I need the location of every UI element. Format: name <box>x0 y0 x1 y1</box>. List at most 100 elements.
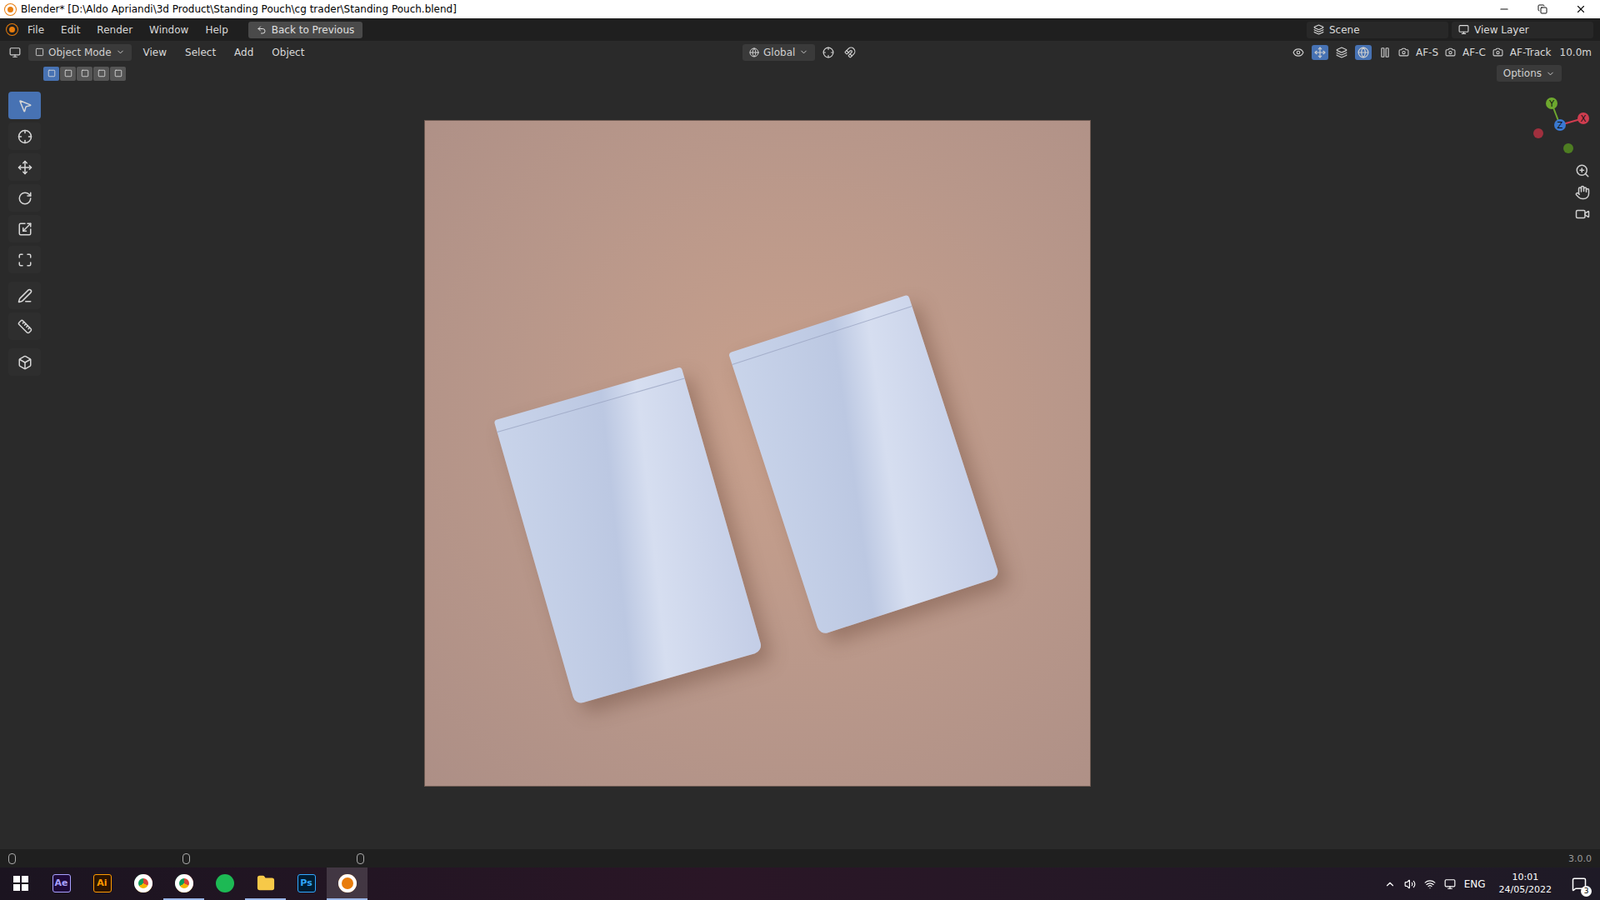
pivot-button[interactable] <box>820 45 837 60</box>
header-menu-item[interactable]: Select <box>178 44 223 61</box>
taskbar-app[interactable] <box>163 867 205 900</box>
mode-dropdown[interactable]: Object Mode <box>28 44 132 61</box>
overlay-button[interactable] <box>1333 45 1350 60</box>
object-mode-icon <box>35 47 45 57</box>
tool-icon <box>17 190 33 206</box>
tool-button[interactable] <box>8 245 41 274</box>
tool-icon <box>17 221 33 237</box>
notification-count: 3 <box>1580 885 1592 897</box>
taskbar-app[interactable]: Ps <box>285 867 327 900</box>
chrome-icon <box>175 874 194 893</box>
taskbar-app[interactable] <box>0 867 41 900</box>
scene-selector[interactable]: Scene <box>1306 21 1449 39</box>
notification-button[interactable]: 3 <box>1565 876 1594 892</box>
3d-viewport[interactable]: YZX <box>0 83 1600 850</box>
pivot-icon <box>822 46 835 59</box>
tool-button[interactable] <box>8 281 41 310</box>
header-menu-item[interactable]: Add <box>227 44 260 61</box>
pouch-right[interactable] <box>728 295 1000 636</box>
taskbar-app[interactable]: Ae <box>40 867 82 900</box>
select-mode-icon <box>80 69 90 78</box>
select-mode-icon <box>47 69 56 78</box>
select-mode-button[interactable] <box>93 66 110 81</box>
after-effects-icon: Ae <box>52 874 71 893</box>
gizmo-toggle-icon <box>1314 46 1326 59</box>
taskbar-app[interactable] <box>245 867 286 900</box>
menu-item[interactable]: Edit <box>54 21 87 39</box>
header-menu-item[interactable]: View <box>136 44 174 61</box>
zoom-icon[interactable] <box>1575 163 1590 179</box>
clock[interactable]: 10:0124/05/2022 <box>1494 871 1557 896</box>
tool-icon <box>17 160 33 175</box>
pan-icon[interactable] <box>1575 185 1590 200</box>
display-icon[interactable] <box>1444 878 1456 890</box>
illustrator-icon: Ai <box>93 874 112 893</box>
menu-item[interactable]: Window <box>142 21 195 39</box>
camera-view-icon[interactable] <box>1575 206 1590 222</box>
select-mode-button[interactable] <box>60 66 76 81</box>
pause-button[interactable] <box>1376 45 1394 60</box>
restore-button[interactable] <box>1523 0 1562 19</box>
blender-menu-icon[interactable] <box>6 24 18 35</box>
shading-button[interactable] <box>1355 45 1372 60</box>
header-right-label[interactable]: AF-Track <box>1508 46 1554 59</box>
viewport-header: Object ModeViewSelectAdd Object Global AF-S… <box>0 40 1600 64</box>
tool-button[interactable] <box>8 215 41 243</box>
camera-icon <box>1398 46 1410 58</box>
minimize-button[interactable] <box>1485 0 1524 19</box>
visibility-button[interactable] <box>1290 45 1307 60</box>
back-to-previous-button[interactable]: Back to Previous <box>248 21 364 39</box>
orientation-icon <box>749 47 760 58</box>
select-mode-button[interactable] <box>110 66 126 81</box>
menu-item[interactable]: Render <box>90 21 140 39</box>
tray-expand-icon[interactable] <box>1384 878 1396 890</box>
shading-icon <box>1357 46 1370 59</box>
tool-button[interactable] <box>8 122 41 150</box>
pouch-left[interactable] <box>494 366 764 705</box>
header-menu-item[interactable]: Object <box>265 44 311 61</box>
mouse-left-icon <box>8 853 16 865</box>
taskbar-app[interactable] <box>326 867 368 900</box>
select-mode-icon <box>97 69 106 78</box>
tool-button[interactable] <box>8 184 41 212</box>
overlay-icon <box>1335 46 1348 59</box>
language-indicator[interactable]: ENG <box>1464 878 1486 890</box>
taskbar-app[interactable] <box>122 867 164 900</box>
tool-button[interactable] <box>8 348 41 376</box>
tool-button[interactable] <box>8 153 41 181</box>
menu-item[interactable]: File <box>20 21 51 39</box>
tool-icon <box>17 319 33 335</box>
header-right-label[interactable]: AF-C <box>1460 46 1488 59</box>
header-right-label[interactable]: AF-S <box>1414 46 1440 59</box>
select-mode-button[interactable] <box>76 66 93 81</box>
network-icon[interactable] <box>1424 878 1436 890</box>
tool-settings: Options <box>0 63 1600 84</box>
header-right-label[interactable]: 10.0m <box>1558 46 1594 59</box>
tool-icon <box>17 288 33 304</box>
view-layer-selector[interactable]: View Layer <box>1451 21 1594 39</box>
close-button[interactable] <box>1561 0 1600 19</box>
select-mode-button[interactable] <box>43 66 60 81</box>
scene-icon <box>1313 24 1325 35</box>
tool-button[interactable] <box>8 312 41 340</box>
version-label: 3.0.0 <box>1568 853 1592 865</box>
select-mode-icon <box>114 69 123 78</box>
svg-text:Y: Y <box>1548 99 1555 109</box>
taskbar: Ae Ai Ps ENG 10:0124/05/2022 3 <box>0 867 1600 900</box>
editor-type-button[interactable] <box>6 45 24 60</box>
taskbar-app[interactable] <box>204 867 245 900</box>
tool-icon <box>17 252 33 268</box>
options-dropdown[interactable]: Options <box>1496 65 1562 82</box>
menu-item[interactable]: Help <box>198 21 235 39</box>
tool-button[interactable] <box>8 91 41 120</box>
snap-button[interactable] <box>841 45 859 60</box>
gizmo-button[interactable] <box>1311 45 1329 60</box>
taskbar-app[interactable]: Ai <box>81 867 123 900</box>
navigation-buttons <box>1575 163 1590 222</box>
orientation-dropdown[interactable]: Global <box>742 44 815 61</box>
navigation-gizmo-icon[interactable]: YZX <box>1530 95 1590 155</box>
volume-icon[interactable] <box>1404 878 1416 890</box>
magnet-icon <box>844 46 856 59</box>
tool-icon <box>17 129 33 145</box>
svg-text:Z: Z <box>1557 120 1564 130</box>
